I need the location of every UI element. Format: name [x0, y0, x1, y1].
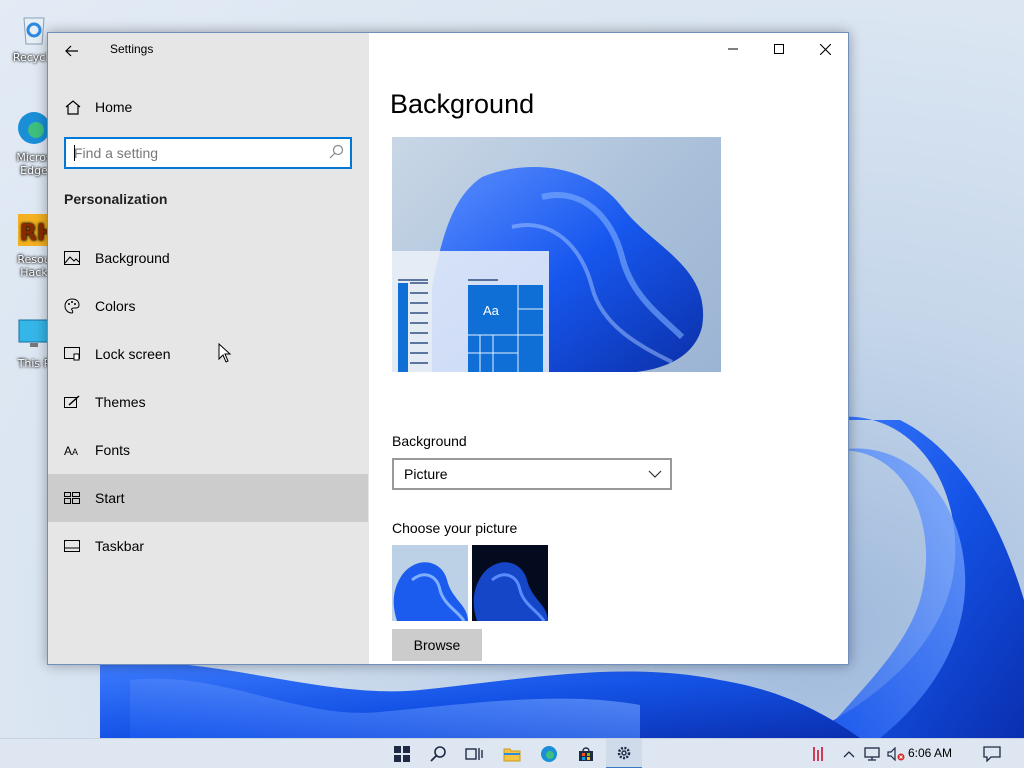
sidebar-item-taskbar[interactable]: Taskbar [48, 522, 368, 570]
background-dropdown[interactable]: Picture [392, 458, 672, 490]
svg-text:A: A [64, 444, 72, 457]
start-layout-icon [64, 490, 80, 506]
background-label: Background [392, 433, 467, 449]
desktop-icon-label: This P [17, 357, 51, 370]
sidebar-item-label: Taskbar [95, 538, 145, 554]
task-view-icon [465, 748, 483, 760]
background-preview: Aa [392, 137, 721, 372]
file-explorer-icon [503, 748, 521, 762]
sidebar-item-start[interactable]: Start [48, 474, 368, 522]
network-button[interactable] [862, 739, 884, 768]
sidebar-item-label: Background [95, 250, 170, 266]
window-title: Settings [110, 42, 154, 56]
tuning-fork-icon [813, 747, 823, 761]
sidebar-item-label: Themes [95, 394, 146, 410]
minimize-button[interactable] [710, 33, 756, 65]
sidebar-item-label: Start [95, 490, 125, 506]
store-button[interactable] [568, 739, 604, 768]
section-title: Personalization [64, 191, 168, 207]
sidebar-item-lock-screen[interactable]: Lock screen [48, 330, 368, 378]
notifications-button[interactable] [980, 739, 1004, 768]
back-button[interactable] [60, 41, 84, 61]
picture-thumbnail-light[interactable] [392, 545, 468, 621]
start-button[interactable] [384, 739, 420, 768]
desktop-icon-label: Resou Hack [17, 253, 51, 279]
show-hidden-icons-button[interactable] [840, 739, 858, 768]
taskbar: 6:06 AM [0, 738, 1024, 768]
search-input[interactable] [74, 144, 314, 162]
maximize-button[interactable] [756, 33, 802, 65]
taskbar-icon [64, 538, 80, 554]
background-dropdown-value: Picture [404, 466, 448, 482]
edge-icon [541, 746, 557, 762]
maximize-icon [774, 44, 784, 54]
sidebar-item-background[interactable]: Background [48, 234, 368, 282]
store-icon [579, 747, 593, 761]
choose-picture-label: Choose your picture [392, 520, 518, 536]
volume-button[interactable] [886, 739, 906, 768]
search-icon [430, 746, 446, 762]
close-button[interactable] [802, 33, 848, 65]
text-caret [74, 145, 75, 161]
sidebar-item-label: Lock screen [95, 346, 171, 362]
sidebar-item-fonts[interactable]: AA Fonts [48, 426, 368, 474]
preview-tile-text: Aa [483, 303, 499, 318]
settings-window: Settings Home Personalization Background [47, 32, 849, 665]
page-title: Background [390, 89, 535, 119]
task-view-button[interactable] [456, 739, 492, 768]
edge-button[interactable] [531, 739, 567, 768]
file-explorer-button[interactable] [494, 739, 530, 768]
picture-thumbnail-dark[interactable] [472, 545, 548, 621]
sidebar: Settings Home Personalization Background [48, 33, 369, 664]
picture-icon [64, 250, 80, 266]
start-icon [394, 746, 410, 762]
sidebar-item-label: Colors [95, 298, 136, 314]
taskbar-search-button[interactable] [420, 739, 456, 768]
svg-text:A: A [72, 447, 78, 457]
notification-icon [983, 746, 1001, 762]
palette-icon [64, 298, 80, 314]
chevron-up-icon [843, 751, 855, 758]
preview-wallpaper [392, 167, 704, 372]
taskbar-clock[interactable]: 6:06 AM [908, 746, 952, 760]
chevron-down-icon [648, 470, 662, 478]
tray-app-icon[interactable] [808, 739, 828, 768]
lock-screen-icon [64, 346, 80, 362]
browse-button[interactable]: Browse [392, 629, 482, 661]
content-pane: Background Aa Background Picture Choose … [369, 33, 848, 664]
settings-icon [617, 746, 631, 760]
brush-icon [64, 394, 80, 410]
sidebar-item-label: Fonts [95, 442, 131, 458]
close-icon [819, 43, 831, 55]
home-link[interactable]: Home [64, 97, 132, 117]
font-icon: AA [64, 442, 80, 458]
search-icon [329, 144, 344, 159]
home-label: Home [95, 99, 133, 115]
minimize-icon [728, 48, 738, 50]
volume-muted-icon [887, 747, 905, 761]
network-icon [864, 747, 880, 761]
back-arrow-icon [65, 45, 78, 57]
sidebar-item-colors[interactable]: Colors [48, 282, 368, 330]
mouse-cursor-icon [218, 343, 232, 363]
sidebar-item-themes[interactable]: Themes [48, 378, 368, 426]
settings-taskbar-button[interactable] [606, 739, 642, 768]
home-icon [65, 100, 81, 115]
search-box[interactable] [64, 137, 352, 169]
